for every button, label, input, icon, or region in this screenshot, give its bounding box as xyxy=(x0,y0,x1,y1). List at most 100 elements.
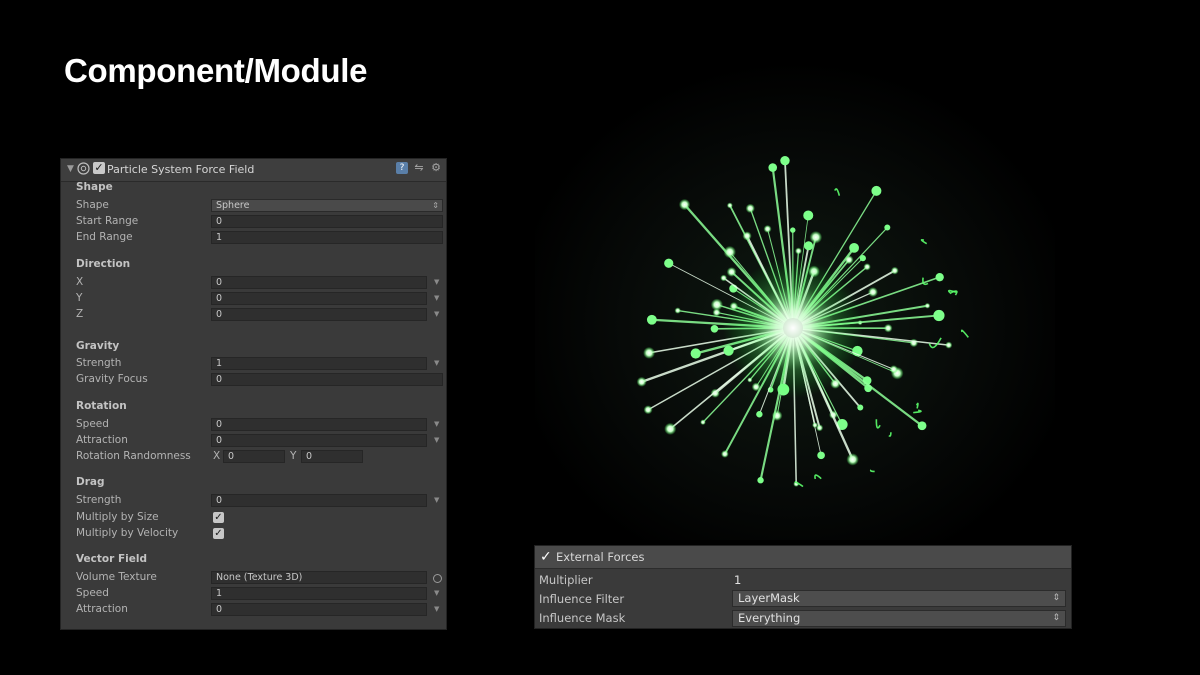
particle-dot xyxy=(720,450,729,458)
particle-dot xyxy=(809,230,823,244)
randomness-x-label: X xyxy=(213,450,221,462)
curve-mode-arrow-icon[interactable]: ▼ xyxy=(434,294,439,302)
particle-dot xyxy=(690,348,701,359)
drag-strength-field[interactable]: 0 xyxy=(211,494,427,507)
particle-dot xyxy=(768,163,778,172)
section-drag-heading: Drag xyxy=(76,476,105,488)
direction-z-label: Z xyxy=(76,308,84,320)
particle-dot xyxy=(846,453,859,466)
vector-attraction-label: Attraction xyxy=(76,603,128,615)
external-forces-checkbox[interactable]: ✓ xyxy=(540,549,552,565)
curve-mode-arrow-icon[interactable]: ▼ xyxy=(434,605,439,613)
multiply-by-size-label: Multiply by Size xyxy=(76,511,159,523)
section-shape-heading: Shape xyxy=(76,181,113,193)
influence-mask-dropdown[interactable]: Everything ⇕ xyxy=(732,610,1066,627)
particle-dot xyxy=(867,287,878,298)
rotation-speed-label: Speed xyxy=(76,418,109,430)
gravity-strength-field[interactable]: 1 xyxy=(211,357,427,370)
rotation-speed-field[interactable]: 0 xyxy=(211,418,427,431)
curve-mode-arrow-icon[interactable]: ▼ xyxy=(434,310,439,318)
curve-mode-arrow-icon[interactable]: ▼ xyxy=(434,278,439,286)
particle-dot xyxy=(636,376,647,387)
particle-dot xyxy=(871,185,882,196)
particle-dot xyxy=(723,245,737,259)
particle-dot xyxy=(664,258,674,268)
particle-dot xyxy=(859,255,866,262)
particle-dot xyxy=(890,266,899,275)
presets-icon[interactable]: ⇋ xyxy=(413,162,425,174)
particle-dot xyxy=(700,419,706,426)
particle-burst-preview xyxy=(535,60,1055,540)
particle-dot xyxy=(757,477,764,484)
gravity-focus-field[interactable]: 0 xyxy=(211,373,443,386)
vector-attraction-field[interactable]: 0 xyxy=(211,603,427,616)
curve-mode-arrow-icon[interactable]: ▼ xyxy=(434,496,439,504)
multiply-by-velocity-checkbox[interactable]: ✓ xyxy=(213,528,224,539)
randomness-y-label: Y xyxy=(290,450,297,462)
section-vector-field-heading: Vector Field xyxy=(76,553,147,565)
particle-dot xyxy=(883,323,893,333)
particle-dot xyxy=(857,404,864,411)
direction-y-field[interactable]: 0 xyxy=(211,292,427,305)
end-range-label: End Range xyxy=(76,231,133,243)
direction-z-field[interactable]: 0 xyxy=(211,308,427,321)
curve-mode-arrow-icon[interactable]: ▼ xyxy=(434,436,439,444)
start-range-field[interactable]: 0 xyxy=(211,215,443,228)
particle-dot xyxy=(804,241,814,251)
influence-mask-value: Everything xyxy=(738,611,801,625)
drag-strength-label: Strength xyxy=(76,494,122,506)
multiply-by-velocity-label: Multiply by Velocity xyxy=(76,527,179,539)
curve-mode-arrow-icon[interactable]: ▼ xyxy=(434,359,439,367)
particle-dot xyxy=(909,338,919,348)
dropdown-arrows-icon: ⇕ xyxy=(432,201,439,210)
particle-dot xyxy=(712,308,721,317)
particle-dot xyxy=(756,411,763,418)
help-book-icon[interactable]: ? xyxy=(396,162,408,174)
force-field-component-icon xyxy=(77,162,90,175)
particle-dot xyxy=(889,365,898,374)
particle-dot xyxy=(726,202,733,209)
influence-mask-label: Influence Mask xyxy=(539,611,626,625)
particle-dot xyxy=(763,224,772,233)
randomness-x-field[interactable]: 0 xyxy=(223,450,285,463)
influence-filter-value: LayerMask xyxy=(738,591,800,605)
shape-dropdown[interactable]: Sphere ⇕ xyxy=(211,199,443,212)
shape-label: Shape xyxy=(76,199,109,211)
gravity-strength-label: Strength xyxy=(76,357,122,369)
component-header[interactable]: ▼ ✓ Particle System Force Field ? ⇋ ⚙ xyxy=(61,159,446,182)
section-rotation-heading: Rotation xyxy=(76,400,127,412)
rotation-attraction-label: Attraction xyxy=(76,434,128,446)
settings-gear-icon[interactable]: ⚙ xyxy=(430,162,442,174)
start-range-label: Start Range xyxy=(76,215,139,227)
multiplier-field[interactable]: 1 xyxy=(734,573,741,587)
component-enabled-checkbox[interactable]: ✓ xyxy=(93,162,105,174)
particle-dot xyxy=(720,274,728,282)
particle-dot xyxy=(780,155,790,166)
rotation-attraction-field[interactable]: 0 xyxy=(211,434,427,447)
particle-dot xyxy=(742,231,752,241)
vector-speed-field[interactable]: 1 xyxy=(211,587,427,600)
multiply-by-size-checkbox[interactable]: ✓ xyxy=(213,512,224,523)
influence-filter-dropdown[interactable]: LayerMask ⇕ xyxy=(732,590,1066,607)
burst-core-glow xyxy=(723,258,863,398)
curve-mode-arrow-icon[interactable]: ▼ xyxy=(434,589,439,597)
particle-dot xyxy=(726,267,737,277)
direction-y-label: Y xyxy=(76,292,83,304)
particle-dot xyxy=(817,451,825,460)
volume-texture-label: Volume Texture xyxy=(76,571,157,583)
object-picker-icon[interactable] xyxy=(433,574,442,583)
external-forces-header[interactable]: ✓ External Forces xyxy=(535,546,1071,569)
particle-dot xyxy=(863,263,871,271)
particle-dot xyxy=(924,302,931,309)
direction-x-field[interactable]: 0 xyxy=(211,276,427,289)
external-forces-title: External Forces xyxy=(556,550,645,564)
randomness-y-field[interactable]: 0 xyxy=(301,450,363,463)
volume-texture-field[interactable]: None (Texture 3D) xyxy=(211,571,427,584)
end-range-field[interactable]: 1 xyxy=(211,231,443,244)
particle-dot xyxy=(812,422,818,429)
curve-mode-arrow-icon[interactable]: ▼ xyxy=(434,420,439,428)
particle-dot xyxy=(917,421,927,431)
particle-dot xyxy=(643,346,656,359)
foldout-arrow-icon[interactable]: ▼ xyxy=(67,164,74,174)
section-gravity-heading: Gravity xyxy=(76,340,120,352)
